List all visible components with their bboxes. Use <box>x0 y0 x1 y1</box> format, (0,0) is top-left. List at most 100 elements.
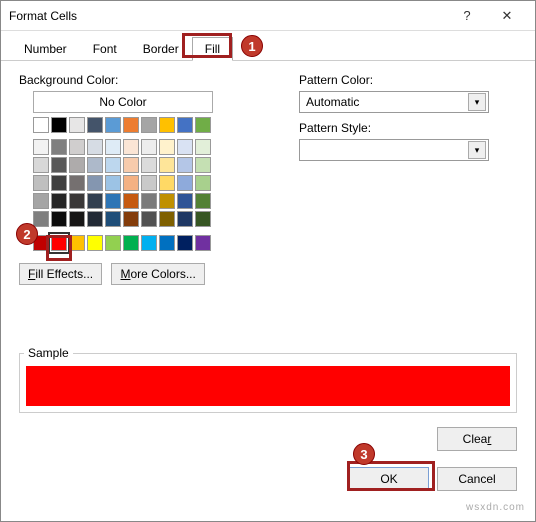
standard-color-swatch[interactable] <box>141 235 157 251</box>
color-swatch[interactable] <box>177 139 193 155</box>
cancel-button[interactable]: Cancel <box>437 467 517 491</box>
color-swatch[interactable] <box>195 157 211 173</box>
clear-button[interactable]: Clear <box>437 427 517 451</box>
color-swatch[interactable] <box>33 193 49 209</box>
color-swatch[interactable] <box>177 211 193 227</box>
color-swatch[interactable] <box>105 211 121 227</box>
color-swatch[interactable] <box>141 139 157 155</box>
color-swatch[interactable] <box>87 193 103 209</box>
watermark: wsxdn.com <box>466 502 525 513</box>
color-swatch[interactable] <box>105 193 121 209</box>
pattern-style-dropdown[interactable]: ▾ <box>299 139 489 161</box>
color-swatch[interactable] <box>51 157 67 173</box>
color-swatch[interactable] <box>177 117 193 133</box>
callout-1: 1 <box>241 35 263 57</box>
pattern-color-label: Pattern Color: <box>299 73 517 87</box>
color-swatch[interactable] <box>141 157 157 173</box>
color-swatch[interactable] <box>69 139 85 155</box>
fill-effects-button[interactable]: Fill Effects... <box>19 263 102 285</box>
color-swatch[interactable] <box>159 139 175 155</box>
sample-preview <box>26 366 510 406</box>
help-button[interactable]: ? <box>447 2 487 30</box>
color-swatch[interactable] <box>69 193 85 209</box>
color-swatch[interactable] <box>195 139 211 155</box>
color-swatch[interactable] <box>33 157 49 173</box>
color-swatch[interactable] <box>69 211 85 227</box>
color-swatch[interactable] <box>123 193 139 209</box>
color-swatch[interactable] <box>87 157 103 173</box>
color-swatch[interactable] <box>123 175 139 191</box>
color-swatch[interactable] <box>51 117 67 133</box>
color-swatch[interactable] <box>159 193 175 209</box>
color-swatch[interactable] <box>141 193 157 209</box>
color-swatch[interactable] <box>51 211 67 227</box>
standard-color-swatch[interactable] <box>123 235 139 251</box>
sample-area: Sample <box>19 346 517 413</box>
color-swatch[interactable] <box>123 117 139 133</box>
color-swatch[interactable] <box>123 139 139 155</box>
color-swatch[interactable] <box>159 175 175 191</box>
sample-label: Sample <box>24 346 73 360</box>
color-swatch[interactable] <box>159 117 175 133</box>
color-swatch[interactable] <box>33 139 49 155</box>
color-swatch[interactable] <box>177 193 193 209</box>
pattern-style-label: Pattern Style: <box>299 121 517 135</box>
color-swatch[interactable] <box>195 211 211 227</box>
callout-2: 2 <box>16 223 38 245</box>
color-swatch[interactable] <box>33 211 49 227</box>
color-swatch[interactable] <box>123 211 139 227</box>
color-swatch[interactable] <box>105 139 121 155</box>
tab-number[interactable]: Number <box>11 37 80 60</box>
color-swatch[interactable] <box>195 117 211 133</box>
color-swatch[interactable] <box>195 175 211 191</box>
standard-color-swatch[interactable] <box>177 235 193 251</box>
color-swatch[interactable] <box>51 139 67 155</box>
no-color-button[interactable]: No Color <box>33 91 213 113</box>
background-color-panel: Background Color: No Color Fill Effects.… <box>19 73 239 285</box>
standard-color-swatch[interactable] <box>69 235 85 251</box>
color-swatch[interactable] <box>33 117 49 133</box>
clear-label: Clear <box>463 432 492 446</box>
standard-color-swatch[interactable] <box>195 235 211 251</box>
more-colors-button[interactable]: More Colors... <box>111 263 204 285</box>
color-swatch[interactable] <box>141 117 157 133</box>
color-swatch[interactable] <box>33 175 49 191</box>
color-swatch[interactable] <box>141 175 157 191</box>
chevron-down-icon: ▾ <box>468 141 486 159</box>
color-swatch[interactable] <box>159 211 175 227</box>
color-swatch[interactable] <box>159 157 175 173</box>
color-swatch[interactable] <box>69 157 85 173</box>
bg-color-label: Background Color: <box>19 73 239 87</box>
standard-color-row <box>33 235 239 251</box>
color-swatch[interactable] <box>177 157 193 173</box>
standard-color-swatch[interactable] <box>105 235 121 251</box>
color-swatch[interactable] <box>69 175 85 191</box>
pattern-color-dropdown[interactable]: Automatic ▾ <box>299 91 489 113</box>
color-swatch[interactable] <box>123 157 139 173</box>
chevron-down-icon: ▾ <box>468 93 486 111</box>
tab-strip: Number Font Border Fill <box>1 31 535 61</box>
color-swatch[interactable] <box>105 175 121 191</box>
color-swatch[interactable] <box>87 117 103 133</box>
standard-color-swatch[interactable] <box>51 235 67 251</box>
tab-font[interactable]: Font <box>80 37 130 60</box>
color-swatch[interactable] <box>87 175 103 191</box>
color-swatch[interactable] <box>105 117 121 133</box>
color-swatch[interactable] <box>177 175 193 191</box>
color-swatch[interactable] <box>87 211 103 227</box>
standard-color-swatch[interactable] <box>87 235 103 251</box>
tab-border[interactable]: Border <box>130 37 192 60</box>
dialog-content: Background Color: No Color Fill Effects.… <box>1 61 535 297</box>
color-swatch[interactable] <box>105 157 121 173</box>
close-button[interactable]: ✕ <box>487 2 527 30</box>
standard-color-swatch[interactable] <box>159 235 175 251</box>
color-swatch[interactable] <box>141 211 157 227</box>
color-swatch[interactable] <box>87 139 103 155</box>
color-swatch[interactable] <box>69 117 85 133</box>
color-swatch[interactable] <box>51 175 67 191</box>
tab-fill[interactable]: Fill <box>192 37 233 61</box>
color-swatch[interactable] <box>51 193 67 209</box>
titlebar: Format Cells ? ✕ <box>1 1 535 31</box>
ok-button[interactable]: OK <box>349 467 429 491</box>
color-swatch[interactable] <box>195 193 211 209</box>
